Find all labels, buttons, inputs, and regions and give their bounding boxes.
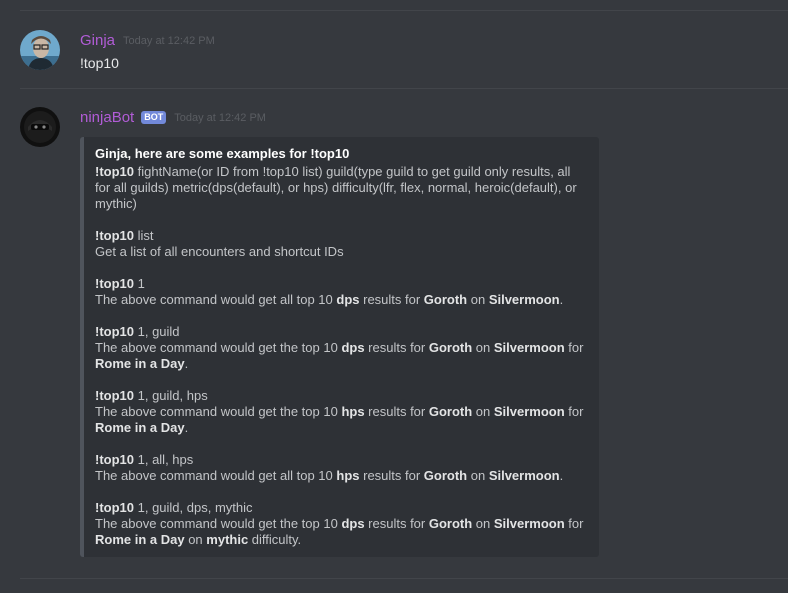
description-text: The above command would get the top 10: [95, 340, 342, 355]
command-args: 1, guild, hps: [134, 388, 208, 403]
message-text: !top10: [80, 55, 119, 71]
ninja-avatar-icon[interactable]: [20, 107, 60, 147]
highlight-text: Silvermoon: [493, 340, 565, 355]
highlight-text: Silvermoon: [488, 292, 560, 307]
usage-block: !top10 fightName(or ID from !top10 list)…: [95, 164, 589, 212]
description-text: for: [564, 404, 584, 419]
user-avatar-icon[interactable]: [20, 30, 60, 70]
description-text: .: [559, 292, 564, 307]
description-text: for: [564, 340, 584, 355]
description-text: on: [472, 340, 494, 355]
example-block: !top10 1, guild, dps, mythic The above co…: [95, 500, 589, 548]
highlight-text: dps: [336, 292, 360, 307]
highlight-text: Silvermoon: [493, 404, 565, 419]
description-text: difficulty.: [248, 532, 302, 547]
example-description: The above command would get all top 10 d…: [95, 292, 589, 308]
command-name: !top10: [95, 228, 134, 243]
description-text: The above command would get the top 10: [95, 516, 342, 531]
description-text: The above command would get the top 10: [95, 404, 342, 419]
description-text: on: [467, 292, 489, 307]
command-args: 1: [134, 276, 145, 291]
example-block: !top10 1 The above command would get all …: [95, 276, 589, 308]
highlight-text: dps: [341, 340, 365, 355]
highlight-text: Silvermoon: [488, 468, 560, 483]
example-description: The above command would get all top 10 h…: [95, 468, 589, 484]
description-text: for: [564, 516, 584, 531]
help-embed: Ginja, here are some examples for !top10…: [80, 137, 599, 557]
highlight-text: dps: [341, 516, 365, 531]
description-text: on: [472, 404, 494, 419]
description-text: .: [184, 420, 189, 435]
bot-badge: BOT: [141, 110, 167, 124]
highlight-text: Goroth: [428, 340, 473, 355]
description-text: .: [559, 468, 564, 483]
description-text: results for: [359, 292, 424, 307]
message-timestamp: Today at 12:42 PM: [174, 112, 266, 124]
command-args: 1, all, hps: [134, 452, 194, 467]
description-text: The above command would get all top 10: [95, 292, 337, 307]
command-name: !top10: [95, 324, 134, 339]
command-args: list: [134, 228, 154, 243]
command-name: !top10: [95, 164, 134, 179]
message-timestamp: Today at 12:42 PM: [123, 35, 215, 47]
highlight-text: Rome in a Day: [95, 532, 185, 547]
chat-window: Ginja Today at 12:42 PM !top10 ninjaBot …: [0, 0, 788, 593]
command-name: !top10: [95, 500, 134, 515]
embed-title: Ginja, here are some examples for !top10: [95, 146, 350, 161]
highlight-text: Goroth: [428, 516, 473, 531]
example-block: !top10 list Get a list of all encounters …: [95, 228, 589, 260]
example-command: !top10 1, all, hps: [95, 452, 589, 468]
command-args: 1, guild: [134, 324, 180, 339]
highlight-text: mythic: [206, 532, 249, 547]
highlight-text: Goroth: [428, 404, 473, 419]
author-name[interactable]: ninjaBot: [80, 109, 134, 126]
example-command: !top10 1, guild, dps, mythic: [95, 500, 589, 516]
example-description: The above command would get the top 10 d…: [95, 340, 589, 372]
example-command: !top10 list: [95, 228, 589, 244]
examples-list: !top10 list Get a list of all encounters …: [95, 228, 589, 548]
author-name[interactable]: Ginja: [80, 32, 115, 49]
description-text: on: [184, 532, 207, 547]
command-name: !top10: [95, 452, 134, 467]
message-divider: [20, 578, 788, 579]
example-block: !top10 1, all, hps The above command woul…: [95, 452, 589, 484]
description-text: results for: [359, 468, 424, 483]
example-description: The above command would get the top 10 d…: [95, 516, 589, 548]
example-description: The above command would get the top 10 h…: [95, 404, 589, 436]
embed-description: !top10 fightName(or ID from !top10 list)…: [95, 164, 589, 548]
command-args: 1, guild, dps, mythic: [134, 500, 253, 515]
usage-text: fightName(or ID from !top10 list) guild(…: [95, 164, 577, 211]
highlight-text: Rome in a Day: [95, 420, 185, 435]
description-text: Get a list of all encounters and shortcu…: [95, 244, 344, 259]
highlight-text: Goroth: [423, 468, 468, 483]
example-block: !top10 1, guild, hps The above command wo…: [95, 388, 589, 436]
command-name: !top10: [95, 276, 134, 291]
description-text: results for: [364, 340, 429, 355]
highlight-text: Silvermoon: [493, 516, 565, 531]
example-command: !top10 1, guild, hps: [95, 388, 589, 404]
highlight-text: hps: [336, 468, 360, 483]
highlight-text: hps: [341, 404, 365, 419]
message-divider: [20, 88, 788, 89]
example-command: !top10 1: [95, 276, 589, 292]
example-block: !top10 1, guild The above command would g…: [95, 324, 589, 372]
description-text: on: [467, 468, 489, 483]
example-description: Get a list of all encounters and shortcu…: [95, 244, 589, 260]
command-name: !top10: [95, 388, 134, 403]
message-divider: [20, 10, 788, 11]
example-command: !top10 1, guild: [95, 324, 589, 340]
description-text: .: [184, 356, 189, 371]
highlight-text: Rome in a Day: [95, 356, 185, 371]
description-text: results for: [364, 404, 429, 419]
description-text: The above command would get all top 10: [95, 468, 337, 483]
highlight-text: Goroth: [423, 292, 468, 307]
description-text: results for: [364, 516, 429, 531]
description-text: on: [472, 516, 494, 531]
